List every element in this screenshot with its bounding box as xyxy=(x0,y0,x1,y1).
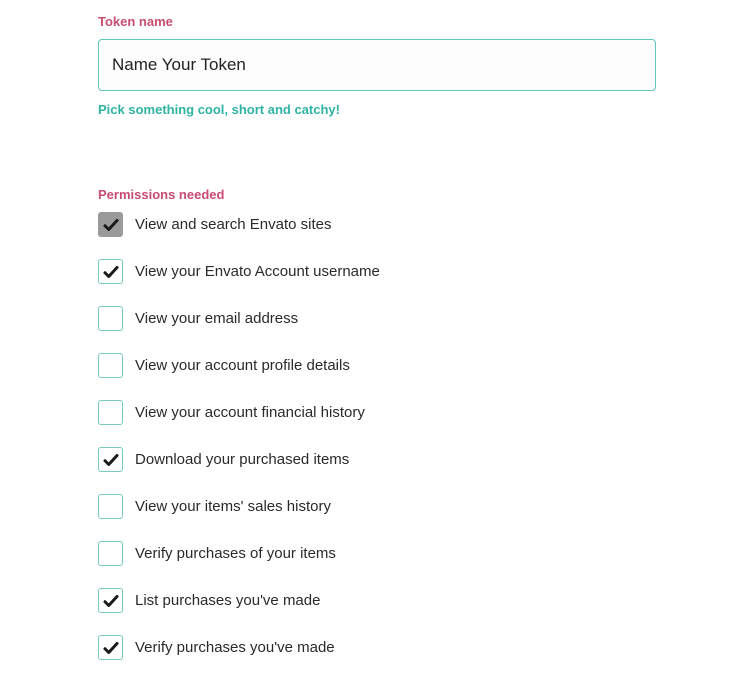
check-icon xyxy=(102,592,120,610)
permission-item: View your account profile details xyxy=(98,353,656,378)
permissions-list: View and search Envato sites View your En… xyxy=(98,212,656,660)
permission-label: List purchases you've made xyxy=(135,592,320,609)
check-icon xyxy=(102,451,120,469)
permissions-section: Permissions needed View and search Envat… xyxy=(98,187,656,660)
permission-checkbox[interactable] xyxy=(98,635,123,660)
permission-checkbox[interactable] xyxy=(98,259,123,284)
permission-item: List purchases you've made xyxy=(98,588,656,613)
token-name-input[interactable] xyxy=(98,39,656,91)
permission-label: View your items' sales history xyxy=(135,498,331,515)
permission-item: View and search Envato sites xyxy=(98,212,656,237)
permission-item: View your items' sales history xyxy=(98,494,656,519)
permission-label: Download your purchased items xyxy=(135,451,349,468)
permission-label: View your email address xyxy=(135,310,298,327)
permission-label: View your account financial history xyxy=(135,404,365,421)
permission-label: Verify purchases of your items xyxy=(135,545,336,562)
permission-item: Verify purchases of your items xyxy=(98,541,656,566)
token-name-hint: Pick something cool, short and catchy! xyxy=(98,102,656,117)
token-name-section: Token name Pick something cool, short an… xyxy=(98,14,656,117)
permission-item: Verify purchases you've made xyxy=(98,635,656,660)
permission-checkbox[interactable] xyxy=(98,541,123,566)
permission-item: View your Envato Account username xyxy=(98,259,656,284)
permissions-label: Permissions needed xyxy=(98,187,656,202)
permission-item: View your account financial history xyxy=(98,400,656,425)
check-icon xyxy=(102,263,120,281)
permission-item: View your email address xyxy=(98,306,656,331)
check-icon xyxy=(102,216,120,234)
permission-checkbox xyxy=(98,212,123,237)
permission-checkbox[interactable] xyxy=(98,588,123,613)
permission-checkbox[interactable] xyxy=(98,353,123,378)
permission-checkbox[interactable] xyxy=(98,447,123,472)
permission-label: View and search Envato sites xyxy=(135,216,332,233)
check-icon xyxy=(102,639,120,657)
permission-item: Download your purchased items xyxy=(98,447,656,472)
permission-label: Verify purchases you've made xyxy=(135,639,335,656)
permission-label: View your Envato Account username xyxy=(135,263,380,280)
permission-label: View your account profile details xyxy=(135,357,350,374)
permission-checkbox[interactable] xyxy=(98,494,123,519)
token-name-label: Token name xyxy=(98,14,656,29)
permission-checkbox[interactable] xyxy=(98,306,123,331)
permission-checkbox[interactable] xyxy=(98,400,123,425)
